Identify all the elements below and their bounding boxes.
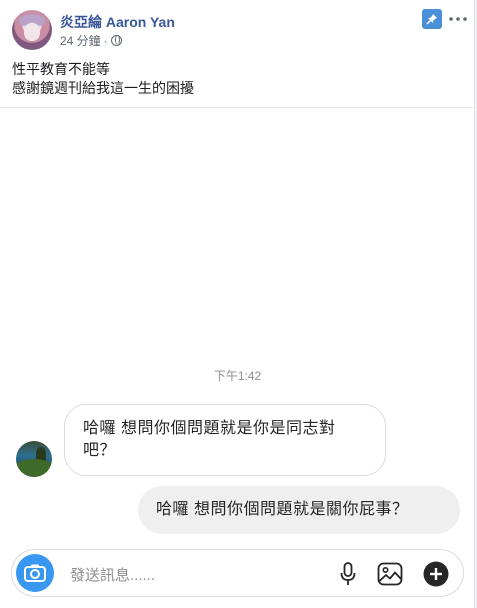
facebook-post: 炎亞綸 Aaron Yan 24 分鐘 · 性平教育不能等 感謝鏡週刊給我這一生… xyxy=(0,0,475,608)
post-divider xyxy=(0,107,475,108)
camera-icon[interactable] xyxy=(16,554,54,592)
post-header: 炎亞綸 Aaron Yan 24 分鐘 · xyxy=(0,0,475,56)
sender-avatar xyxy=(16,441,52,477)
caption-line-2: 感謝鏡週刊給我這一生的困擾 xyxy=(12,80,194,96)
caption-line-1: 性平教育不能等 xyxy=(12,61,110,77)
globe-icon[interactable] xyxy=(110,35,122,46)
pin-icon[interactable] xyxy=(422,9,442,29)
image-glyph xyxy=(377,562,403,586)
camera-glyph xyxy=(24,564,46,582)
outgoing-message-bubble: 哈囉 想問你個問題就是關你屁事？ xyxy=(138,486,460,534)
plus-glyph xyxy=(423,561,449,587)
author-name[interactable]: 炎亞綸 Aaron Yan xyxy=(60,12,175,32)
plus-icon[interactable] xyxy=(423,561,449,587)
message-input[interactable]: 發送訊息...... xyxy=(70,564,155,585)
more-dots xyxy=(449,17,467,21)
pin-glyph xyxy=(426,14,437,25)
avatar-hill xyxy=(16,459,52,477)
message-composer: 發送訊息...... xyxy=(11,549,464,597)
chat-timestamp: 下午1:42 xyxy=(213,369,262,383)
avatar-face xyxy=(24,23,40,41)
microphone-glyph xyxy=(340,562,356,585)
post-caption: 性平教育不能等 感謝鏡週刊給我這一生的困擾 xyxy=(12,60,194,98)
image-icon[interactable] xyxy=(377,561,403,587)
microphone-icon[interactable] xyxy=(335,561,361,587)
incoming-message-bubble: 哈囉 想問你個問題就是你是同志對吧？ xyxy=(64,404,386,476)
post-time[interactable]: 24 分鐘 xyxy=(60,32,101,49)
post-meta: 24 分鐘 · xyxy=(60,32,122,49)
meta-separator: · xyxy=(103,33,108,48)
more-icon[interactable] xyxy=(448,9,468,29)
author-avatar[interactable] xyxy=(12,10,52,50)
